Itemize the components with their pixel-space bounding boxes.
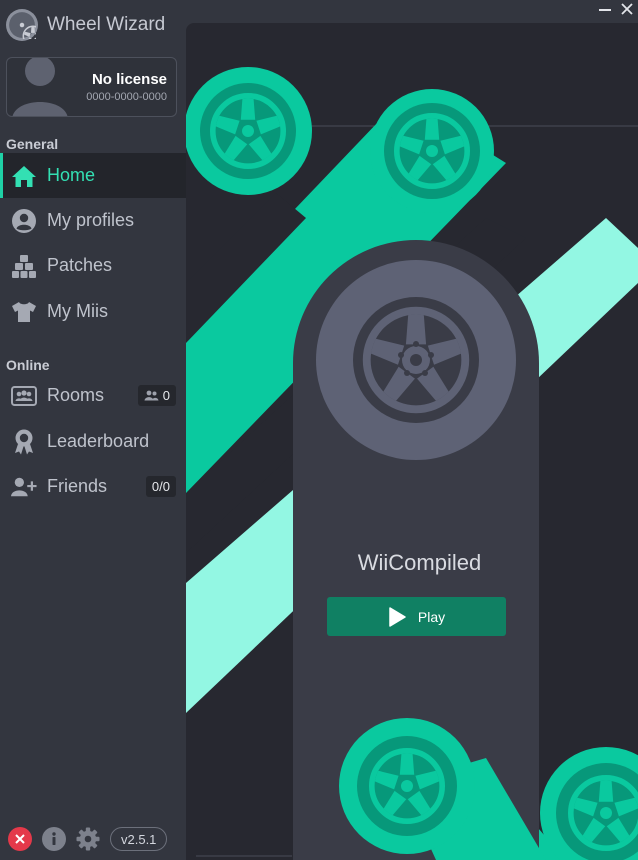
play-icon xyxy=(389,606,406,627)
dolphin-status-button[interactable] xyxy=(8,827,32,851)
app-header: Wheel Wizard xyxy=(6,8,165,42)
user-circle-icon xyxy=(11,208,37,234)
nav-item-my-miis[interactable]: My Miis xyxy=(0,289,186,334)
nav-label: Leaderboard xyxy=(47,431,150,451)
nav-item-home[interactable]: Home xyxy=(0,153,186,198)
version-badge[interactable]: v2.5.1 xyxy=(110,827,168,851)
tshirt-icon xyxy=(11,299,37,325)
minimize-icon xyxy=(599,9,611,11)
close-icon xyxy=(621,3,633,15)
license-card[interactable]: No license 0000-0000-0000 xyxy=(6,57,177,117)
nav-label: Friends xyxy=(47,476,108,496)
app-title: Wheel Wizard xyxy=(47,14,166,35)
rooms-icon xyxy=(11,383,37,409)
main-panel: WiiCompiled Play xyxy=(186,23,638,860)
version-text: v2.5.1 xyxy=(121,831,157,847)
nav-item-rooms[interactable]: Rooms 0 xyxy=(0,373,186,418)
settings-button[interactable] xyxy=(76,827,100,851)
license-code: 0000-0000-0000 xyxy=(86,91,167,103)
nav-item-my-profiles[interactable]: My profiles xyxy=(0,198,186,243)
gear-icon xyxy=(76,827,100,851)
nav-label: Rooms xyxy=(47,385,105,405)
sidebar: Wheel Wizard No license 0000-0000-0000 G… xyxy=(0,0,186,860)
background-artwork xyxy=(186,67,638,860)
wheel-logo-icon xyxy=(6,9,38,41)
wheel-top-right xyxy=(370,89,494,213)
close-icon xyxy=(15,834,25,844)
play-label: Play xyxy=(417,608,446,625)
rooms-count: 0 xyxy=(162,388,170,403)
rooms-count-badge: 0 xyxy=(137,385,176,406)
award-icon xyxy=(11,429,37,455)
nav-item-patches[interactable]: Patches xyxy=(0,243,186,288)
nav-item-friends[interactable]: Friends 0/0 xyxy=(0,464,186,509)
nav-label: Patches xyxy=(47,255,113,275)
people-icon xyxy=(144,390,159,401)
wheel-bottom-right xyxy=(540,747,638,860)
nav-label: My profiles xyxy=(47,210,135,230)
minimize-button[interactable] xyxy=(594,0,616,18)
close-window-button[interactable] xyxy=(616,0,638,18)
section-title-online: Online xyxy=(6,357,50,373)
boxes-icon xyxy=(11,253,37,279)
friends-count-badge: 0/0 xyxy=(145,476,176,497)
info-icon xyxy=(52,832,56,845)
add-user-icon xyxy=(11,474,37,500)
nav-label: Home xyxy=(47,165,96,185)
bottom-bar: v2.5.1 xyxy=(8,826,168,852)
nav-label: My Miis xyxy=(47,301,108,321)
game-title: WiiCompiled xyxy=(357,550,482,575)
section-title-general: General xyxy=(6,136,59,152)
home-icon xyxy=(11,163,37,189)
play-button[interactable]: Play xyxy=(327,597,506,636)
wheel-main xyxy=(316,260,516,460)
info-button[interactable] xyxy=(42,827,66,851)
avatar-icon xyxy=(12,58,68,116)
friends-count: 0/0 xyxy=(151,479,170,494)
window-controls xyxy=(594,0,638,20)
license-name: No license xyxy=(91,71,167,88)
wheel-top-left xyxy=(186,67,312,195)
nav-item-leaderboard[interactable]: Leaderboard xyxy=(0,419,186,464)
